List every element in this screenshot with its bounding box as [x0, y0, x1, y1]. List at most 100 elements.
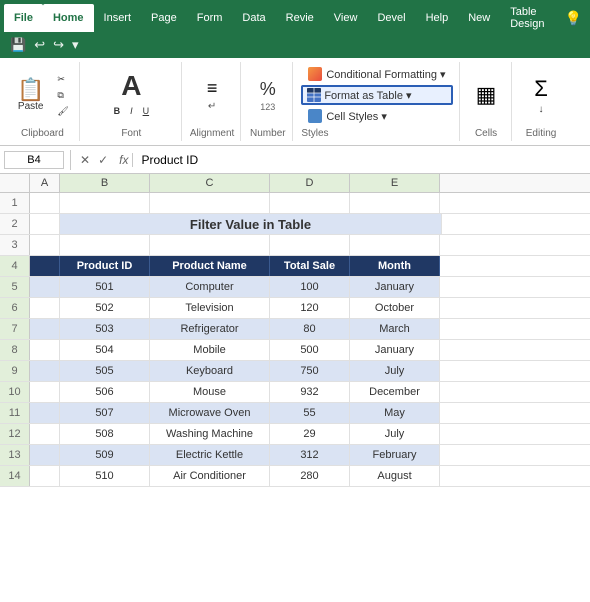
cell-d4[interactable]: Total Sale	[270, 256, 350, 276]
formula-input[interactable]	[137, 151, 586, 169]
cell-d3[interactable]	[270, 235, 350, 255]
conditional-formatting-button[interactable]: Conditional Formatting ▾	[301, 64, 452, 84]
tab-home[interactable]: Home	[43, 4, 94, 32]
total-sale-cell[interactable]: 120	[270, 298, 350, 318]
tab-insert[interactable]: Insert	[94, 4, 142, 32]
product-id-cell[interactable]: 501	[60, 277, 150, 297]
bold-button[interactable]: B	[110, 104, 125, 118]
tab-data[interactable]: Data	[232, 4, 275, 32]
underline-button[interactable]: U	[139, 104, 154, 118]
col-header-a[interactable]: A	[30, 174, 60, 192]
format-as-table-button[interactable]: Format as Table ▾	[301, 85, 452, 105]
tab-help[interactable]: Help	[416, 4, 459, 32]
total-sale-cell[interactable]: 280	[270, 466, 350, 486]
paste-button[interactable]: 📋 Paste	[12, 76, 49, 115]
product-id-cell[interactable]: 507	[60, 403, 150, 423]
product-name-cell[interactable]: Keyboard	[150, 361, 270, 381]
month-cell[interactable]: January	[350, 277, 440, 297]
cell-a2[interactable]	[30, 214, 60, 234]
copy-button[interactable]: ⧉	[53, 88, 72, 103]
product-id-cell[interactable]: 510	[60, 466, 150, 486]
save-button[interactable]: 💾	[8, 35, 28, 55]
month-cell[interactable]: July	[350, 424, 440, 444]
month-cell[interactable]: October	[350, 298, 440, 318]
cell-a-14[interactable]	[30, 466, 60, 486]
product-id-cell[interactable]: 506	[60, 382, 150, 402]
total-sale-cell[interactable]: 80	[270, 319, 350, 339]
month-cell[interactable]: March	[350, 319, 440, 339]
product-name-cell[interactable]: Mobile	[150, 340, 270, 360]
tab-light[interactable]: 💡	[554, 4, 590, 32]
cell-a-11[interactable]	[30, 403, 60, 423]
cell-a-13[interactable]	[30, 445, 60, 465]
total-sale-cell[interactable]: 55	[270, 403, 350, 423]
cell-a-9[interactable]	[30, 361, 60, 381]
cell-styles-button[interactable]: Cell Styles ▾	[301, 106, 452, 126]
col-header-e[interactable]: E	[350, 174, 440, 192]
cell-c4[interactable]: Product Name	[150, 256, 270, 276]
cell-a1[interactable]	[30, 193, 60, 213]
cell-b3[interactable]	[60, 235, 150, 255]
tab-new[interactable]: New	[458, 4, 500, 32]
product-name-cell[interactable]: Mouse	[150, 382, 270, 402]
product-name-cell[interactable]: Washing Machine	[150, 424, 270, 444]
tab-devel[interactable]: Devel	[367, 4, 415, 32]
cell-a-7[interactable]	[30, 319, 60, 339]
cell-c3[interactable]	[150, 235, 270, 255]
format-painter-button[interactable]: 🖌	[53, 104, 72, 119]
product-name-cell[interactable]: Television	[150, 298, 270, 318]
product-id-cell[interactable]: 502	[60, 298, 150, 318]
cell-a-10[interactable]	[30, 382, 60, 402]
redo-button[interactable]: ↪	[51, 35, 66, 55]
confirm-formula-button[interactable]: ✓	[95, 151, 111, 169]
col-header-b[interactable]: B	[60, 174, 150, 192]
total-sale-cell[interactable]: 29	[270, 424, 350, 444]
product-name-cell[interactable]: Microwave Oven	[150, 403, 270, 423]
cell-a3[interactable]	[30, 235, 60, 255]
product-id-cell[interactable]: 503	[60, 319, 150, 339]
total-sale-cell[interactable]: 932	[270, 382, 350, 402]
product-name-cell[interactable]: Refrigerator	[150, 319, 270, 339]
month-cell[interactable]: January	[350, 340, 440, 360]
col-header-c[interactable]: C	[150, 174, 270, 192]
undo-button[interactable]: ↩	[32, 35, 47, 55]
cancel-formula-button[interactable]: ✕	[77, 151, 93, 169]
month-cell[interactable]: August	[350, 466, 440, 486]
cell-a-5[interactable]	[30, 277, 60, 297]
cell-b4[interactable]: Product ID	[60, 256, 150, 276]
tab-view[interactable]: View	[324, 4, 368, 32]
cell-d1[interactable]	[270, 193, 350, 213]
total-sale-cell[interactable]: 100	[270, 277, 350, 297]
tab-review[interactable]: Revie	[276, 4, 324, 32]
cell-a-6[interactable]	[30, 298, 60, 318]
cell-a4[interactable]	[30, 256, 60, 276]
product-id-cell[interactable]: 504	[60, 340, 150, 360]
month-cell[interactable]: May	[350, 403, 440, 423]
col-header-d[interactable]: D	[270, 174, 350, 192]
month-cell[interactable]: February	[350, 445, 440, 465]
month-cell[interactable]: July	[350, 361, 440, 381]
cell-e4[interactable]: Month	[350, 256, 440, 276]
product-name-cell[interactable]: Electric Kettle	[150, 445, 270, 465]
total-sale-cell[interactable]: 312	[270, 445, 350, 465]
cell-e3[interactable]	[350, 235, 440, 255]
product-id-cell[interactable]: 505	[60, 361, 150, 381]
cell-e1[interactable]	[350, 193, 440, 213]
tab-table-design[interactable]: Table Design	[500, 4, 554, 32]
product-id-cell[interactable]: 508	[60, 424, 150, 444]
product-name-cell[interactable]: Air Conditioner	[150, 466, 270, 486]
cell-a-8[interactable]	[30, 340, 60, 360]
total-sale-cell[interactable]: 500	[270, 340, 350, 360]
tab-file[interactable]: File	[4, 4, 43, 32]
tab-form[interactable]: Form	[187, 4, 233, 32]
cell-b1[interactable]	[60, 193, 150, 213]
cell-c1[interactable]	[150, 193, 270, 213]
month-cell[interactable]: December	[350, 382, 440, 402]
product-name-cell[interactable]: Computer	[150, 277, 270, 297]
total-sale-cell[interactable]: 750	[270, 361, 350, 381]
cell-reference-box[interactable]: B4	[4, 151, 64, 169]
italic-button[interactable]: I	[126, 104, 137, 118]
cell-a-12[interactable]	[30, 424, 60, 444]
product-id-cell[interactable]: 509	[60, 445, 150, 465]
more-button[interactable]: ▾	[70, 35, 81, 55]
